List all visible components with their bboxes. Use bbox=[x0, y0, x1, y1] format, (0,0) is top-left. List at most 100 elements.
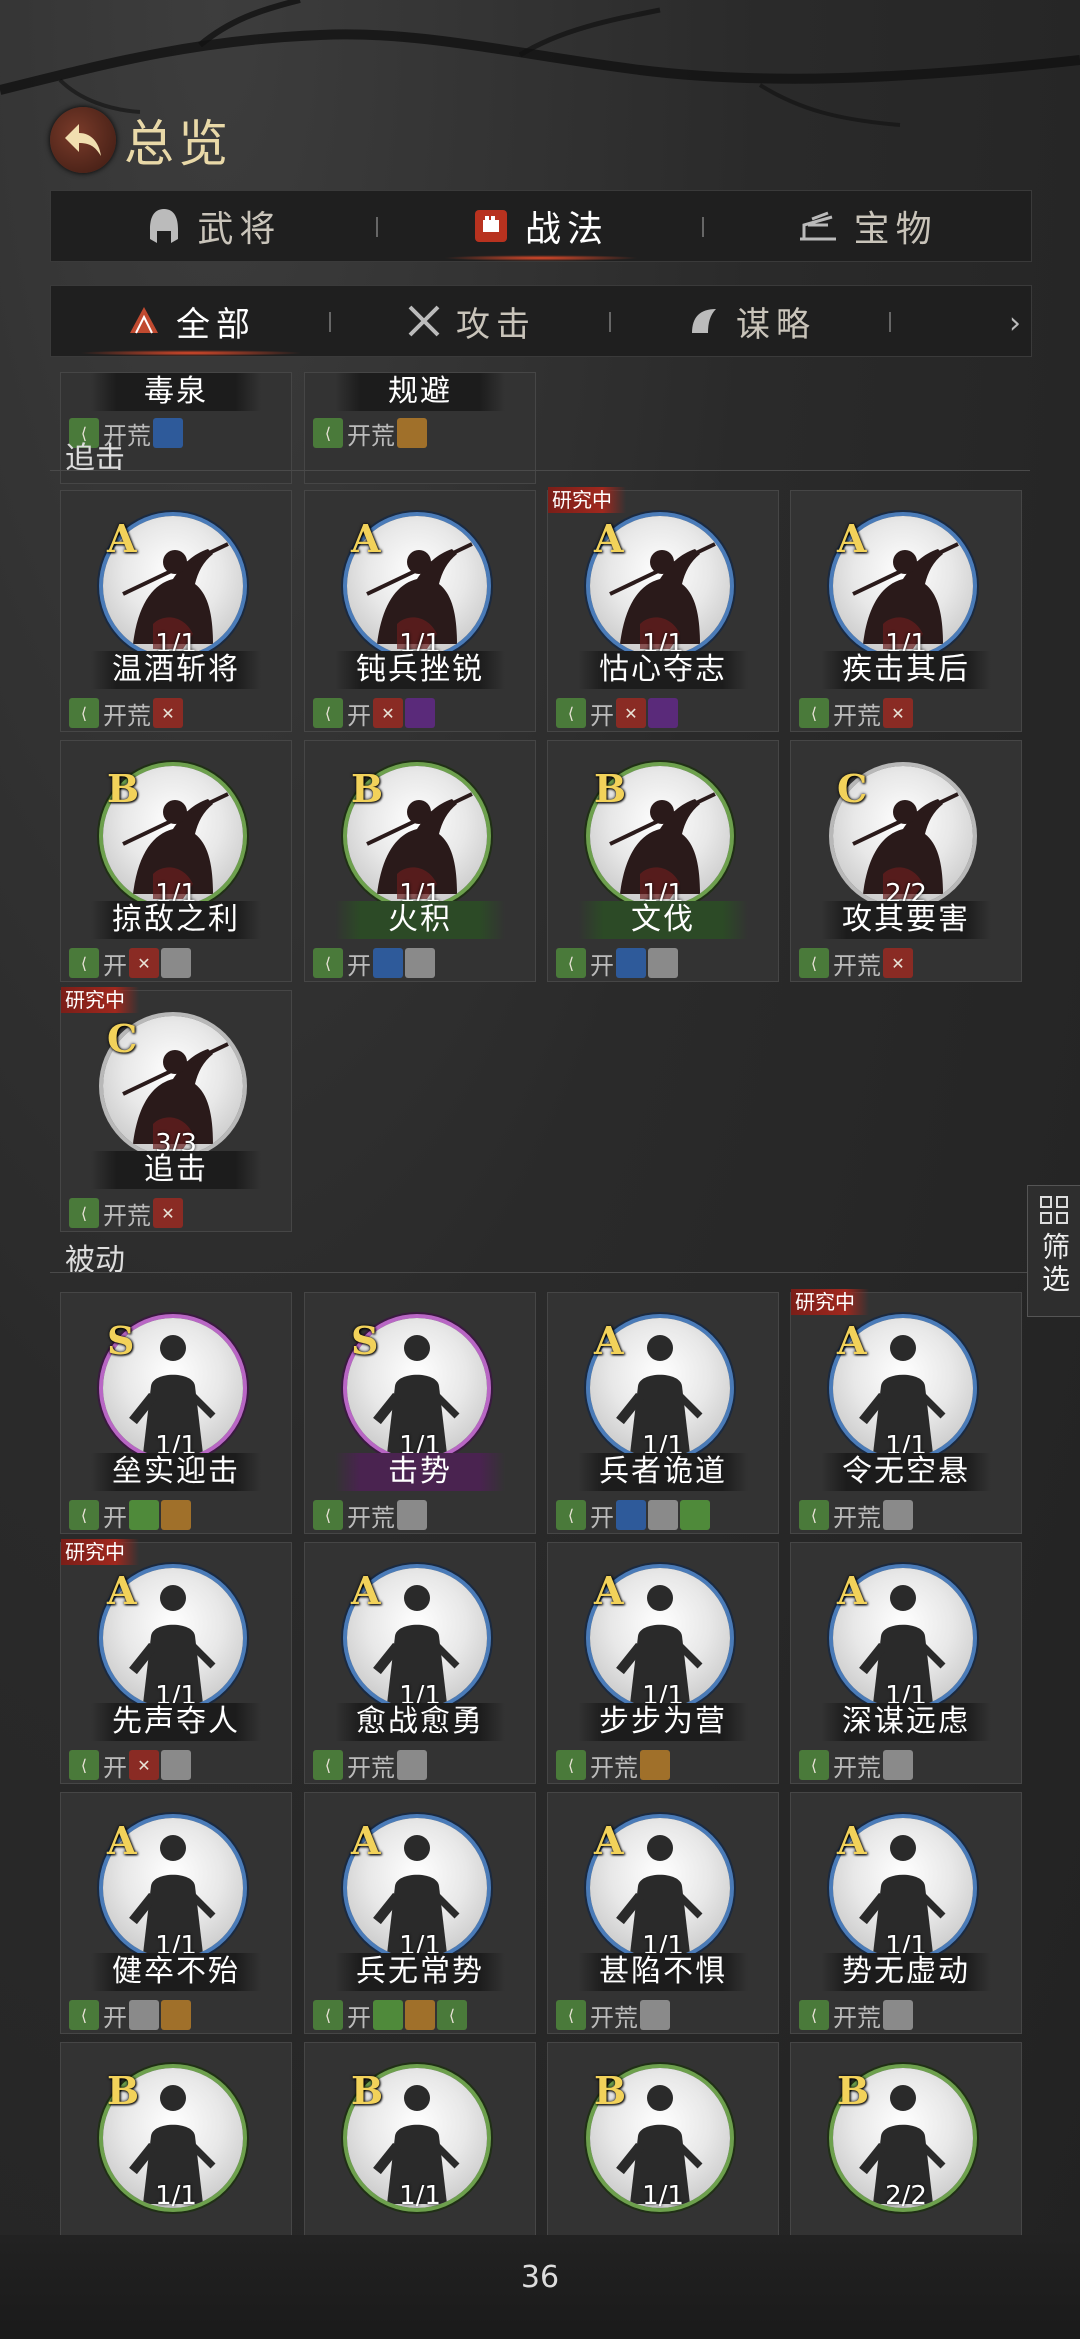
strategy-tag-icon bbox=[616, 1500, 646, 1530]
kai-label: 开 bbox=[347, 951, 371, 980]
tactic-card[interactable]: B 1/1 火积 ⟨ 开 bbox=[304, 740, 536, 982]
shield-icon bbox=[405, 2000, 435, 2030]
grade-badge: C bbox=[837, 766, 868, 811]
troop-icon: ⟨ bbox=[437, 2000, 467, 2030]
filter-button[interactable]: 筛选 bbox=[1027, 1185, 1080, 1317]
grade-badge: A bbox=[107, 1818, 137, 1863]
grade-badge: B bbox=[351, 2068, 384, 2113]
kai-label: 开 bbox=[103, 951, 127, 980]
tactic-name: 规避 bbox=[335, 373, 505, 411]
attack-tag-icon: ✕ bbox=[373, 698, 403, 728]
tactic-card[interactable]: B 1/1 文伐 ⟨ 开 bbox=[547, 740, 779, 982]
subtab-strategy[interactable]: 谋略 bbox=[611, 286, 891, 356]
helmet-tag-icon bbox=[648, 698, 678, 728]
back-button[interactable] bbox=[50, 107, 116, 173]
grade-badge: A bbox=[351, 1568, 381, 1613]
tactic-card[interactable]: 规避 ⟨ 开荒 bbox=[304, 372, 536, 484]
research-badge: 研究中 bbox=[61, 987, 139, 1013]
tactic-card[interactable]: A 1/1 甚陷不惧 ⟨ 开荒 bbox=[547, 1792, 779, 2034]
grade-badge: B bbox=[107, 2068, 140, 2113]
tactic-card[interactable]: A 1/1 兵无常势 ⟨ 开 ⟨ bbox=[304, 1792, 536, 2034]
tactic-name: 愈战愈勇 bbox=[335, 1703, 505, 1741]
bag-icon bbox=[883, 1750, 913, 1780]
kai-label: 开荒 bbox=[590, 2003, 638, 2032]
tactic-card[interactable]: C 2/2 攻其要害 ⟨ 开荒 ✕ bbox=[790, 740, 1022, 982]
tactic-name: 疾击其后 bbox=[821, 651, 991, 689]
tag-row: ⟨ 开 bbox=[69, 1499, 193, 1532]
tactic-name: 甚陷不惧 bbox=[578, 1953, 748, 1991]
troop-icon: ⟨ bbox=[313, 2000, 343, 2030]
page-number: 36 bbox=[520, 2260, 560, 2295]
tab-treasures[interactable]: 宝物 bbox=[704, 191, 1031, 261]
tactic-card[interactable]: A 1/1 势无虚动 ⟨ 开荒 bbox=[790, 1792, 1022, 2034]
troop-icon: ⟨ bbox=[799, 2000, 829, 2030]
kai-label: 开荒 bbox=[833, 1503, 881, 1532]
pot-icon bbox=[129, 1500, 159, 1530]
tag-row: ⟨ 开荒 ✕ bbox=[799, 697, 915, 730]
tactic-card[interactable]: A 1/1 健卒不殆 ⟨ 开 bbox=[60, 1792, 292, 2034]
scroll-right-arrow-icon[interactable]: › bbox=[1009, 306, 1021, 341]
shield-icon bbox=[640, 1750, 670, 1780]
tactic-card[interactable]: A 1/1 先声夺人 ⟨ 开 ✕ 研究中 bbox=[60, 1539, 292, 1784]
troop-icon: ⟨ bbox=[556, 1500, 586, 1530]
tactic-card[interactable]: A 1/1 步步为营 ⟨ 开荒 bbox=[547, 1542, 779, 1784]
all-icon bbox=[126, 303, 162, 339]
tactic-card[interactable]: A 1/1 令无空悬 ⟨ 开荒 研究中 bbox=[790, 1289, 1022, 1534]
bag-icon bbox=[640, 2000, 670, 2030]
tactic-card[interactable]: A 1/1 温酒斩将 ⟨ 开荒 ✕ bbox=[60, 490, 292, 732]
tactic-card[interactable]: A 1/1 兵者诡道 ⟨ 开 bbox=[547, 1292, 779, 1534]
helmet-tag-icon bbox=[405, 698, 435, 728]
shield-icon bbox=[161, 2000, 191, 2030]
tag-row: ⟨ 开荒 bbox=[313, 1749, 429, 1782]
tactic-card[interactable]: S 1/1 击势 ⟨ 开荒 bbox=[304, 1292, 536, 1534]
pot-icon bbox=[373, 2000, 403, 2030]
subtab-attack[interactable]: 攻击 bbox=[331, 286, 611, 356]
grade-badge: S bbox=[351, 1318, 379, 1363]
tag-row: ⟨ 开荒 bbox=[799, 1499, 915, 1532]
troop-icon: ⟨ bbox=[69, 1750, 99, 1780]
tactic-name: 击势 bbox=[335, 1453, 505, 1491]
tag-row: ⟨ 开 bbox=[313, 947, 437, 980]
bag-icon bbox=[405, 948, 435, 978]
grade-badge: A bbox=[594, 516, 624, 561]
grade-badge: A bbox=[837, 1568, 867, 1613]
tactic-card[interactable]: A 1/1 钝兵挫锐 ⟨ 开 ✕ bbox=[304, 490, 536, 732]
tactic-card[interactable]: A 1/1 深谋远虑 ⟨ 开荒 bbox=[790, 1542, 1022, 1784]
grade-badge: C bbox=[107, 1016, 138, 1061]
bag-icon bbox=[883, 2000, 913, 2030]
helmet-icon bbox=[147, 207, 181, 245]
research-badge: 研究中 bbox=[791, 1289, 869, 1315]
kai-label: 开 bbox=[103, 2003, 127, 2032]
tactic-name: 势无虚动 bbox=[821, 1953, 991, 1991]
tactic-card[interactable]: A 1/1 怙心夺志 ⟨ 开 ✕ 研究中 bbox=[547, 487, 779, 732]
tag-row: ⟨ 开 bbox=[556, 1499, 712, 1532]
tab-generals[interactable]: 武将 bbox=[51, 191, 378, 261]
tag-row: ⟨ 开 ✕ bbox=[69, 1749, 193, 1782]
tag-row: ⟨ 开 ✕ bbox=[556, 697, 680, 730]
grade-badge: A bbox=[837, 516, 867, 561]
grade-badge: B bbox=[837, 2068, 870, 2113]
subtab-all[interactable]: 全部 bbox=[51, 286, 331, 356]
grade-badge: A bbox=[107, 1568, 137, 1613]
pot-icon bbox=[680, 1500, 710, 1530]
strategy-icon bbox=[686, 303, 722, 339]
tactic-card[interactable]: S 1/1 垒实迎击 ⟨ 开 bbox=[60, 1292, 292, 1534]
tactic-card[interactable]: C 3/3 追击 ⟨ 开荒 ✕ 研究中 bbox=[60, 987, 292, 1232]
attack-tag-icon: ✕ bbox=[883, 698, 913, 728]
tag-row: ⟨ 开荒 bbox=[313, 417, 429, 450]
tactic-name: 追击 bbox=[91, 1151, 261, 1189]
tactic-name: 怙心夺志 bbox=[578, 651, 748, 689]
strategy-tag-icon bbox=[616, 948, 646, 978]
tab-tactics[interactable]: 战法 bbox=[378, 191, 705, 261]
tactic-card[interactable]: A 1/1 疾击其后 ⟨ 开荒 ✕ bbox=[790, 490, 1022, 732]
tactic-count: 1/1 bbox=[399, 2181, 441, 2211]
tactic-name: 温酒斩将 bbox=[91, 651, 261, 689]
tactic-card[interactable]: B 1/1 掠敌之利 ⟨ 开 ✕ bbox=[60, 740, 292, 982]
crossed-swords-icon bbox=[406, 303, 442, 339]
attack-tag-icon: ✕ bbox=[153, 698, 183, 728]
treasure-icon bbox=[798, 211, 838, 241]
tactic-card[interactable]: A 1/1 愈战愈勇 ⟨ 开荒 bbox=[304, 1542, 536, 1784]
troop-icon: ⟨ bbox=[799, 948, 829, 978]
troop-icon: ⟨ bbox=[313, 948, 343, 978]
header: 总览 bbox=[50, 105, 232, 175]
